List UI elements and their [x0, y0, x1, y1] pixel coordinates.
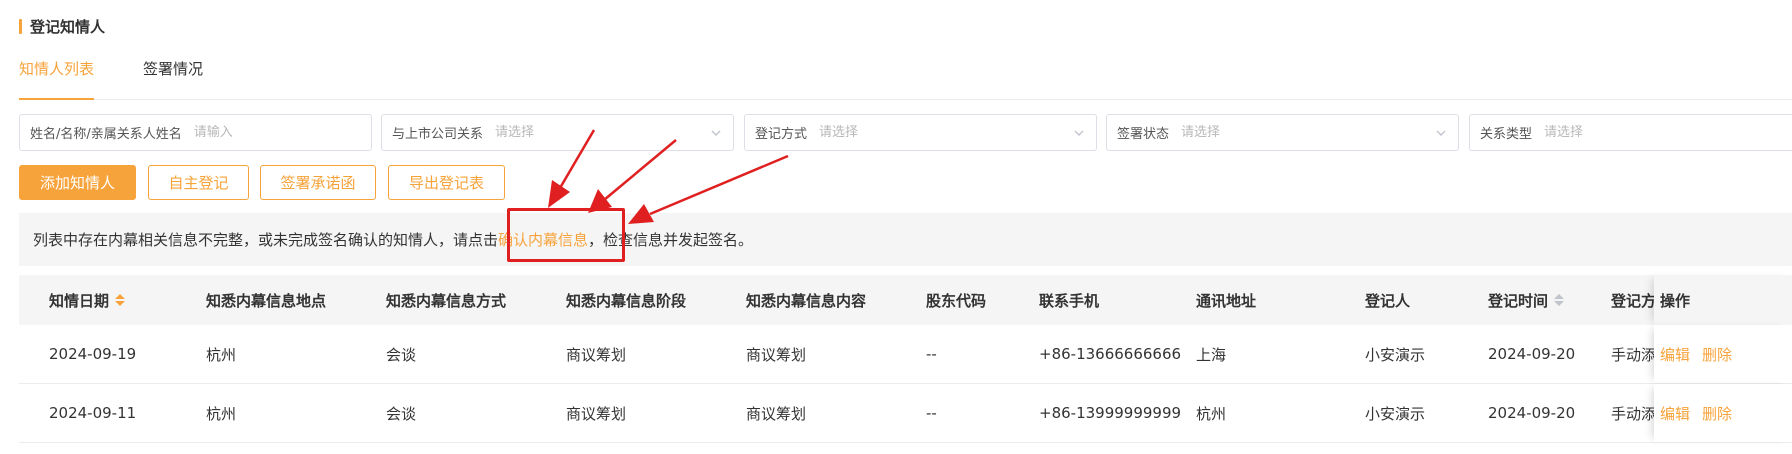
title-accent-bar: [19, 19, 22, 34]
self-register-button[interactable]: 自主登记: [148, 165, 249, 200]
chevron-down-icon: [1436, 130, 1446, 136]
cell-method: 会谈: [386, 404, 417, 423]
filter-relation-label: 与上市公司关系: [392, 127, 484, 142]
header-address: 通讯地址: [1196, 291, 1257, 310]
table-header: 知情日期 知悉内幕信息地点 知悉内幕信息方式 知悉内幕信息阶段 知悉内幕信息内容…: [19, 275, 1792, 325]
arrow-head: [548, 180, 570, 208]
notice-prefix: 列表中存在内幕相关信息不完整，或未完成签名确认的知情人，请点击: [33, 231, 499, 249]
cell-phone: +86-13999999999: [1039, 404, 1182, 422]
filter-method-label: 登记方式: [755, 127, 808, 142]
tab-bar: 知情人列表 签署情况: [19, 58, 1792, 100]
header-stage: 知悉内幕信息阶段: [566, 291, 687, 310]
header-date-label: 知情日期: [49, 291, 110, 310]
filter-sign-status-label: 签署状态: [1117, 127, 1170, 142]
header-location: 知悉内幕信息地点: [206, 291, 327, 310]
edit-link[interactable]: 编辑: [1660, 344, 1690, 365]
header-reg-method: 登记方式: [1611, 291, 1656, 310]
cell-reg-method: 手动添加: [1611, 345, 1656, 364]
cell-location: 杭州: [206, 404, 237, 423]
relation-select[interactable]: [495, 125, 703, 140]
tab-insider-list[interactable]: 知情人列表: [19, 58, 95, 100]
tab-signing-status[interactable]: 签署情况: [143, 58, 203, 79]
name-search-input[interactable]: [193, 125, 361, 140]
cell-registrant: 小安演示: [1365, 345, 1426, 364]
header-reg-time-label: 登记时间: [1488, 291, 1549, 310]
filter-relation[interactable]: 与上市公司关系: [381, 114, 734, 151]
chevron-down-icon: [711, 130, 721, 136]
header-phone: 联系手机: [1039, 291, 1100, 310]
arrow-head: [588, 189, 612, 213]
chevron-down-icon: [1074, 130, 1084, 136]
header-reg-time[interactable]: 登记时间: [1488, 275, 1565, 325]
export-register-button[interactable]: 导出登记表: [388, 165, 505, 200]
cell-content: 商议筹划: [746, 404, 807, 423]
cell-reg-time: 2024-09-20: [1488, 345, 1576, 363]
cell-stage: 商议筹划: [566, 345, 627, 364]
filter-name-label: 姓名/名称/亲属关系人姓名: [30, 127, 182, 142]
sign-commitment-button[interactable]: 签署承诺函: [260, 165, 376, 200]
header-ops: 操作: [1654, 275, 1792, 325]
table-row: 2024-09-19 杭州 会谈 商议筹划 商议筹划 -- +86-136666…: [19, 325, 1792, 384]
sort-icon[interactable]: [115, 294, 126, 306]
sort-icon[interactable]: [1554, 294, 1565, 306]
cell-location: 杭州: [206, 345, 237, 364]
cell-content: 商议筹划: [746, 345, 807, 364]
method-select[interactable]: [819, 125, 1066, 140]
delete-link[interactable]: 删除: [1702, 403, 1732, 424]
cell-reg-time: 2024-09-20: [1488, 404, 1576, 422]
cell-date: 2024-09-11: [49, 404, 137, 422]
cell-stock-code: --: [926, 404, 937, 422]
insider-table: 知情日期 知悉内幕信息地点 知悉内幕信息方式 知悉内幕信息阶段 知悉内幕信息内容…: [19, 275, 1792, 443]
filter-relation-type[interactable]: 关系类型: [1469, 114, 1792, 151]
add-insider-button[interactable]: 添加知情人: [19, 165, 136, 200]
notice-suffix: ，检查信息并发起签名。: [588, 231, 754, 249]
header-stock-code: 股东代码: [926, 291, 987, 310]
cell-registrant: 小安演示: [1365, 404, 1426, 423]
header-method: 知悉内幕信息方式: [386, 291, 507, 310]
row-actions: 编辑 删除: [1654, 325, 1792, 383]
filter-method[interactable]: 登记方式: [744, 114, 1097, 151]
filter-sign-status[interactable]: 签署状态: [1106, 114, 1459, 151]
confirm-insider-info-link[interactable]: 确认内幕信息: [498, 229, 588, 250]
page: 登记知情人 知情人列表 签署情况 姓名/名称/亲属关系人姓名 与上市公司关系 登…: [0, 0, 1792, 454]
row-actions: 编辑 删除: [1654, 384, 1792, 442]
cell-date: 2024-09-19: [49, 345, 137, 363]
sign-status-select[interactable]: [1181, 125, 1428, 140]
filter-name: 姓名/名称/亲属关系人姓名: [19, 114, 372, 151]
relation-type-select[interactable]: [1544, 125, 1789, 140]
cell-stock-code: --: [926, 345, 937, 363]
cell-phone: +86-13666666666: [1039, 345, 1182, 363]
cell-address: 杭州: [1196, 404, 1227, 423]
cell-stage: 商议筹划: [566, 404, 627, 423]
header-registrant: 登记人: [1365, 291, 1411, 310]
arrow-line: [649, 154, 789, 216]
delete-link[interactable]: 删除: [1702, 344, 1732, 365]
header-date[interactable]: 知情日期: [49, 275, 126, 325]
cell-reg-method: 手动添加: [1611, 404, 1656, 423]
filter-relation-type-label: 关系类型: [1480, 127, 1533, 142]
header-content: 知悉内幕信息内容: [746, 291, 867, 310]
edit-link[interactable]: 编辑: [1660, 403, 1690, 424]
cell-address: 上海: [1196, 345, 1227, 364]
incomplete-info-notice: 列表中存在内幕相关信息不完整，或未完成签名确认的知情人，请点击 确认内幕信息 ，检查…: [19, 213, 1792, 266]
section-title-text: 登记知情人: [30, 18, 106, 36]
cell-method: 会谈: [386, 345, 417, 364]
section-title: 登记知情人: [19, 16, 105, 37]
table-row: 2024-09-11 杭州 会谈 商议筹划 商议筹划 -- +86-139999…: [19, 384, 1792, 443]
header-ops-label: 操作: [1660, 291, 1691, 310]
